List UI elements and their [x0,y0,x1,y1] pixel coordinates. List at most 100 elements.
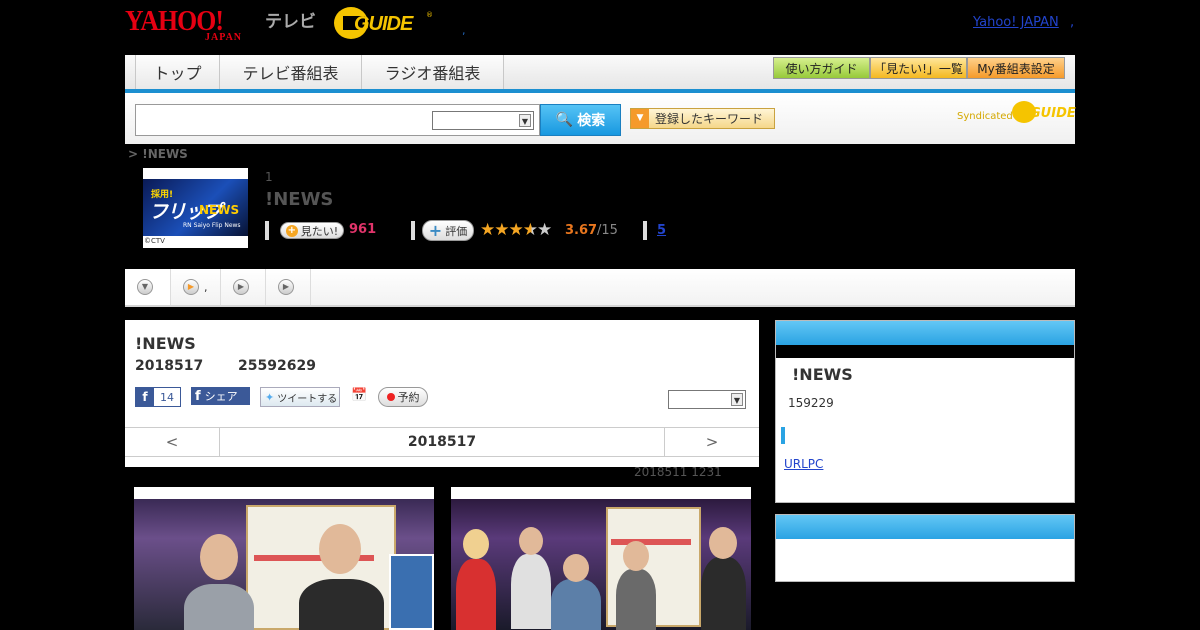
header-dot: , [462,24,466,37]
search-button[interactable]: 🔍 検索 [540,104,621,136]
play-icon: ▶ [183,279,199,295]
rating-button-label: 評価 [445,224,468,238]
tv-label: テレビ [265,12,316,32]
reserve-label: 予約 [397,391,420,404]
tab-1[interactable]: ▼ [125,269,171,305]
gguide-reg-mark: ® [426,11,433,19]
search-area: ▼ 🔍 検索 ▼ 登録したキーワード Syndicated GUIDE [125,93,1076,144]
chevron-down-icon: ▼ [519,114,531,127]
program-detail-panel: !NEWS 2018517 25592629 f 14 f シェア ✦ ツイート… [125,320,759,467]
facebook-icon: f [136,388,154,406]
program-photo-1[interactable] [134,487,434,630]
yahoo-logo-sub: JAPAN [205,32,243,43]
search-category-select[interactable]: ▼ [432,111,534,130]
content-tabs: ▼ ▶ , ▶ ▶ [125,269,1075,307]
main-nav: トップ テレビ番組表 ラジオ番組表 使い方ガイド 「見たい!」一覧 My番組表設… [125,55,1075,93]
rating-count: /15 [597,223,618,238]
photo-image [134,499,434,630]
next-date-button[interactable]: > [664,428,759,456]
review-count-link[interactable]: 5 [657,223,666,238]
registered-keyword-label: 登録したキーワード [655,112,764,126]
reserve-button[interactable]: 予約 [378,387,428,407]
device-select[interactable]: ▼ [668,390,746,409]
prev-date-button[interactable]: < [125,428,220,456]
thumb-copyright: ©CTV [144,237,165,245]
record-dot-icon [386,393,395,401]
mitai-label: 見たい! [300,224,339,238]
tab-4[interactable]: ▶ [266,269,311,305]
facebook-like-count[interactable]: f 14 [135,387,181,407]
side-panel-header [776,515,1074,539]
yahoo-japan-logo[interactable]: YAHOO! JAPAN [125,6,263,43]
program-number: 1 [265,170,273,184]
detail-date: 2018517 [135,358,204,374]
syndicated-logo-text: GUIDE [1030,106,1076,121]
side-number: 159229 [788,396,834,410]
rating-stars: ★★★★★ [480,220,552,240]
gguide-logo[interactable]: GUIDE ® [334,7,434,41]
header-link-dot: , [1070,15,1075,30]
yahoo-japan-link[interactable]: Yahoo! JAPAN [973,15,1059,30]
program-title: !NEWS [265,189,334,210]
star-icon: ★ [480,220,495,240]
facebook-share-label: シェア [204,390,238,403]
star-empty-icon: ★ [537,220,552,240]
thumb-text-3: NEWS [199,203,240,217]
side-panel-header [776,321,1074,345]
updated-timestamp: 2018511 1231 [634,465,722,479]
nav-tab-tv-schedule[interactable]: テレビ番組表 [220,55,362,89]
side-info-panel: !NEWS 159229 URLPC [775,320,1075,503]
stat-separator [411,221,415,240]
breadcrumb: > !NEWS [128,147,188,161]
gguide-logo-text: GUIDE [354,13,413,35]
tab-2[interactable]: ▶ , [171,269,221,305]
side-title: !NEWS [792,365,853,384]
chevron-down-icon: ▼ [731,393,743,406]
rating-button[interactable]: + 評価 [422,220,474,241]
search-button-label: 検索 [577,113,606,129]
tweet-label: ツイートする [277,393,338,405]
play-icon: ▶ [233,279,249,295]
play-icon: ▶ [278,279,294,295]
program-photo-2[interactable] [451,487,751,630]
program-thumbnail: 採用! フリップ NEWS RN Saiyo Flip News ©CTV [143,168,248,248]
mitai-count: 961 [349,222,377,237]
mitai-list-button[interactable]: 「見たい!」一覧 [870,57,967,79]
side-panel-divider [776,345,1074,358]
my-schedule-settings-button[interactable]: My番組表設定 [967,57,1065,79]
tab-label: , [204,280,208,294]
syndicated-label: Syndicated [957,111,1013,122]
url-pc-link[interactable]: URLPC [784,457,823,471]
usage-guide-button[interactable]: 使い方ガイド [773,57,870,79]
search-icon: 🔍 [555,112,574,128]
facebook-share-button[interactable]: f シェア [191,387,250,405]
side-accent-bar [781,427,785,444]
syndicated-gguide-logo: GUIDE [1012,101,1076,125]
star-icon: ★ [508,220,524,240]
triangle-down-icon: ▼ [631,109,649,128]
plus-icon: + [428,221,443,240]
plus-icon: + [285,224,298,237]
photo-image [451,499,751,630]
rating-value: 3.67 [565,223,598,238]
stat-separator [643,221,647,240]
star-icon: ★ [494,220,509,240]
facebook-icon: f [195,388,201,404]
nav-tab-radio-schedule[interactable]: ラジオ番組表 [362,55,504,89]
side-panel-secondary [775,514,1075,582]
stat-separator [265,221,269,240]
registered-keyword-button[interactable]: ▼ 登録したキーワード [630,108,775,129]
detail-time: 25592629 [238,358,316,374]
nav-tab-top[interactable]: トップ [135,55,220,89]
facebook-count: 14 [160,390,174,404]
mitai-button[interactable]: + 見たい! [280,222,344,239]
date-navigation: < 2018517 > [125,427,759,457]
tab-3[interactable]: ▶ [221,269,266,305]
detail-title: !NEWS [135,334,196,353]
current-date: 2018517 [407,434,477,450]
twitter-bird-icon: ✦ [265,390,275,404]
thumb-text-4: RN Saiyo Flip News [183,222,241,229]
calendar-add-icon[interactable]: 📅 [351,388,367,404]
star-half-icon: ★ [522,220,538,240]
tweet-button[interactable]: ✦ ツイートする [260,387,340,407]
